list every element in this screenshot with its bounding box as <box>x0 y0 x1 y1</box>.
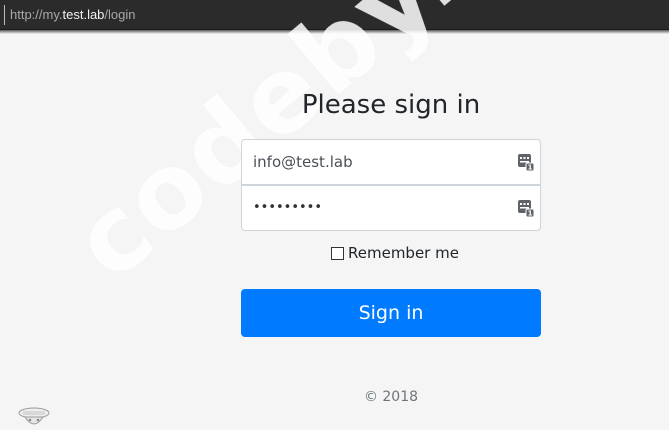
remember-me-label: Remember me <box>348 244 459 262</box>
password-field[interactable]: ••••••••• 1 <box>241 185 541 231</box>
page-title: Please sign in <box>301 90 481 120</box>
sign-in-button[interactable]: Sign in <box>241 289 541 337</box>
url-path: /login <box>104 7 136 22</box>
email-value: info@test.lab <box>253 153 353 171</box>
url-field[interactable]: http://my.test.lab/login <box>4 5 136 25</box>
password-manager-key-icon[interactable]: 1 <box>518 154 534 171</box>
remember-me[interactable]: Remember me <box>331 244 459 262</box>
browser-address-bar[interactable]: http://my.test.lab/login <box>0 0 669 30</box>
logo-icon <box>18 407 50 425</box>
svg-text:1: 1 <box>528 210 533 218</box>
email-field[interactable]: info@test.lab 1 <box>241 139 541 185</box>
svg-text:1: 1 <box>528 164 533 172</box>
remember-me-checkbox[interactable] <box>331 247 344 260</box>
url-host: test.lab <box>62 7 105 22</box>
password-value: ••••••••• <box>253 200 323 215</box>
password-manager-key-icon[interactable]: 1 <box>518 200 534 217</box>
url-prefix: http://my. <box>10 7 63 22</box>
toolbar-shadow <box>0 30 669 34</box>
copyright-text: © 2018 <box>363 389 419 405</box>
